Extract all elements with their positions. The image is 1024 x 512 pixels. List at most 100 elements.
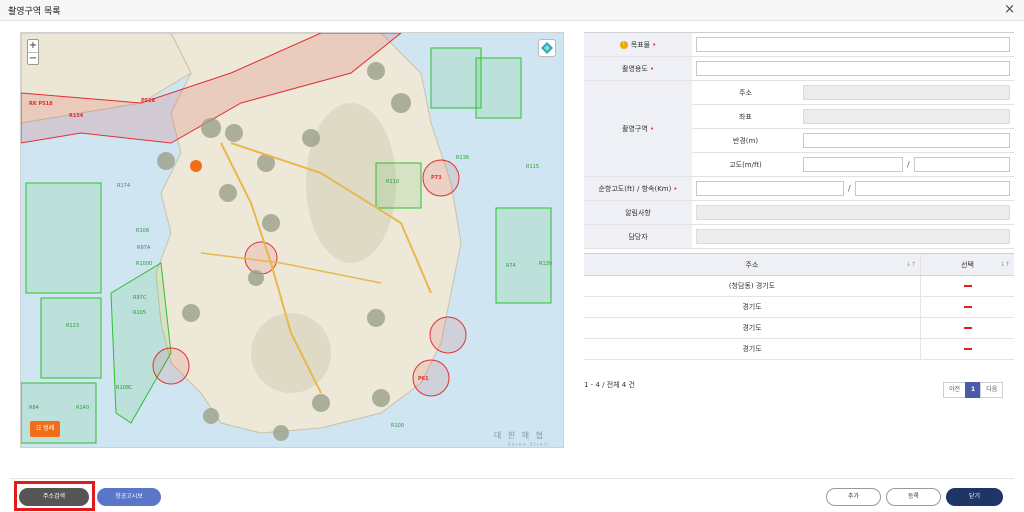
coord-field	[803, 109, 1010, 124]
area-label: 촬영구역 •	[584, 81, 692, 176]
purpose-input[interactable]	[696, 61, 1010, 76]
zone-label: R97C	[133, 295, 147, 301]
required-mark: •	[649, 64, 654, 73]
zoom-in-button[interactable]: +	[28, 40, 38, 52]
table-row[interactable]: 경기도	[584, 297, 1014, 318]
zone-label: R139	[539, 261, 553, 267]
form-row-target: ! 목표물 •	[584, 33, 1014, 57]
cruise-altitude-input[interactable]	[696, 181, 844, 196]
address-search-button[interactable]: 주소검색	[19, 488, 89, 506]
legend-button[interactable]: ☷ 범례	[30, 421, 61, 437]
altitude-m-input[interactable]	[803, 157, 903, 172]
pagination: 이전 1 다음	[943, 382, 1004, 398]
zone-label: R97A	[137, 245, 151, 251]
remove-icon[interactable]	[963, 285, 972, 287]
add-button[interactable]: 추가	[826, 488, 881, 506]
layer-toggle-button[interactable]	[538, 39, 556, 57]
zone-label: R1000	[136, 261, 153, 267]
altitude-ft-input[interactable]	[913, 157, 1010, 172]
drone-marker	[312, 394, 330, 412]
zone-label: RK P518	[29, 101, 53, 107]
required-mark: •	[652, 40, 657, 49]
radius-input[interactable]	[803, 133, 1010, 148]
drone-marker	[262, 214, 280, 232]
sort-icon[interactable]: ↓↑	[1000, 261, 1010, 268]
zone-label: P61	[418, 376, 429, 382]
footer-divider	[10, 478, 1014, 479]
drone-marker	[182, 304, 200, 322]
drone-marker	[201, 118, 221, 138]
cruise-speed-input[interactable]	[854, 181, 1010, 196]
required-mark: •	[649, 124, 654, 133]
drone-marker	[203, 408, 219, 424]
table-row[interactable]: (청담동) 경기도	[584, 276, 1014, 297]
radius-label: 반경(m)	[692, 129, 799, 152]
form-row-manager: 담당자	[584, 225, 1014, 249]
zone-label: R74	[506, 263, 516, 269]
zone-label: R174	[117, 183, 131, 189]
sort-icon[interactable]: ↓↑	[906, 261, 916, 268]
zone-label: R154	[69, 113, 84, 119]
drone-marker	[248, 270, 264, 286]
cruise-label: 순항고도(ft) / 항속(Km) •	[584, 177, 692, 200]
close-icon[interactable]: ×	[1004, 2, 1015, 18]
form-row-area: 촬영구역 • 주소 좌표 반경(m) 고도(m/ft) /	[584, 81, 1014, 177]
zone-label: R84	[29, 405, 39, 411]
sea-sublabel: Korea Strait	[507, 442, 549, 448]
target-label: ! 목표물 •	[584, 33, 692, 56]
table-row[interactable]: 경기도	[584, 339, 1014, 360]
sea-label: 대 한 해 협	[493, 431, 545, 440]
restricted-circle	[429, 316, 467, 354]
airspace-zone	[430, 47, 482, 109]
zone-label: R110	[386, 179, 400, 185]
remove-icon[interactable]	[963, 327, 972, 329]
drone-marker	[372, 389, 390, 407]
target-input[interactable]	[696, 37, 1010, 52]
airspace-zone	[375, 162, 422, 209]
coord-label: 좌표	[692, 105, 799, 128]
close-button[interactable]: 닫기	[946, 488, 1003, 506]
drone-marker	[391, 93, 411, 113]
altitude-label: 고도(m/ft)	[692, 153, 799, 176]
map-canvas[interactable]	[21, 33, 564, 448]
map-view[interactable]: + − RK P518 R154 P518 R174 R108 R105 R97…	[20, 32, 564, 448]
mountain-shading	[251, 313, 331, 393]
column-header-address[interactable]: 주소	[746, 260, 759, 270]
row-address: 경기도	[584, 318, 921, 338]
address-field	[803, 85, 1010, 100]
table-row[interactable]: 경기도	[584, 318, 1014, 339]
form-row-cruise: 순항고도(ft) / 항속(Km) • /	[584, 177, 1014, 201]
drone-marker	[302, 129, 320, 147]
selected-location-marker	[190, 160, 202, 172]
address-grid: 주소 ↓↑ 선택 ↓↑ (청담동) 경기도 경기도 경기도 경기도	[584, 253, 1014, 360]
current-page-button[interactable]: 1	[965, 382, 982, 398]
zone-label: R136	[456, 155, 470, 161]
dialog-titlebar: 촬영구역 목록 ×	[0, 0, 1024, 21]
dialog-title: 촬영구역 목록	[8, 7, 61, 17]
zoom-control: + −	[27, 39, 39, 65]
airspace-zone	[110, 262, 172, 424]
remove-icon[interactable]	[963, 348, 972, 350]
zone-label: R100	[391, 423, 405, 429]
drone-marker	[219, 184, 237, 202]
register-button[interactable]: 등록	[886, 488, 941, 506]
notam-button[interactable]: 항공고시보	[97, 488, 161, 506]
airspace-zone	[40, 297, 102, 379]
next-page-button[interactable]: 다음	[980, 382, 1004, 398]
grid-header: 주소 ↓↑ 선택 ↓↑	[584, 254, 1014, 276]
remove-icon[interactable]	[963, 306, 972, 308]
layers-icon	[541, 42, 553, 54]
drone-marker	[157, 152, 175, 170]
drone-marker	[367, 62, 385, 80]
row-address: 경기도	[584, 339, 921, 359]
drone-marker	[367, 309, 385, 327]
manager-label: 담당자	[584, 225, 692, 248]
form-row-purpose: 촬영용도 •	[584, 57, 1014, 81]
zoom-out-button[interactable]: −	[28, 52, 38, 64]
prev-page-button[interactable]: 이전	[943, 382, 967, 398]
airspace-zone	[475, 57, 522, 119]
zone-label: R123	[66, 323, 80, 329]
zone-label: R105	[133, 310, 147, 316]
column-header-select[interactable]: 선택	[961, 260, 974, 270]
row-address: (청담동) 경기도	[584, 276, 921, 296]
